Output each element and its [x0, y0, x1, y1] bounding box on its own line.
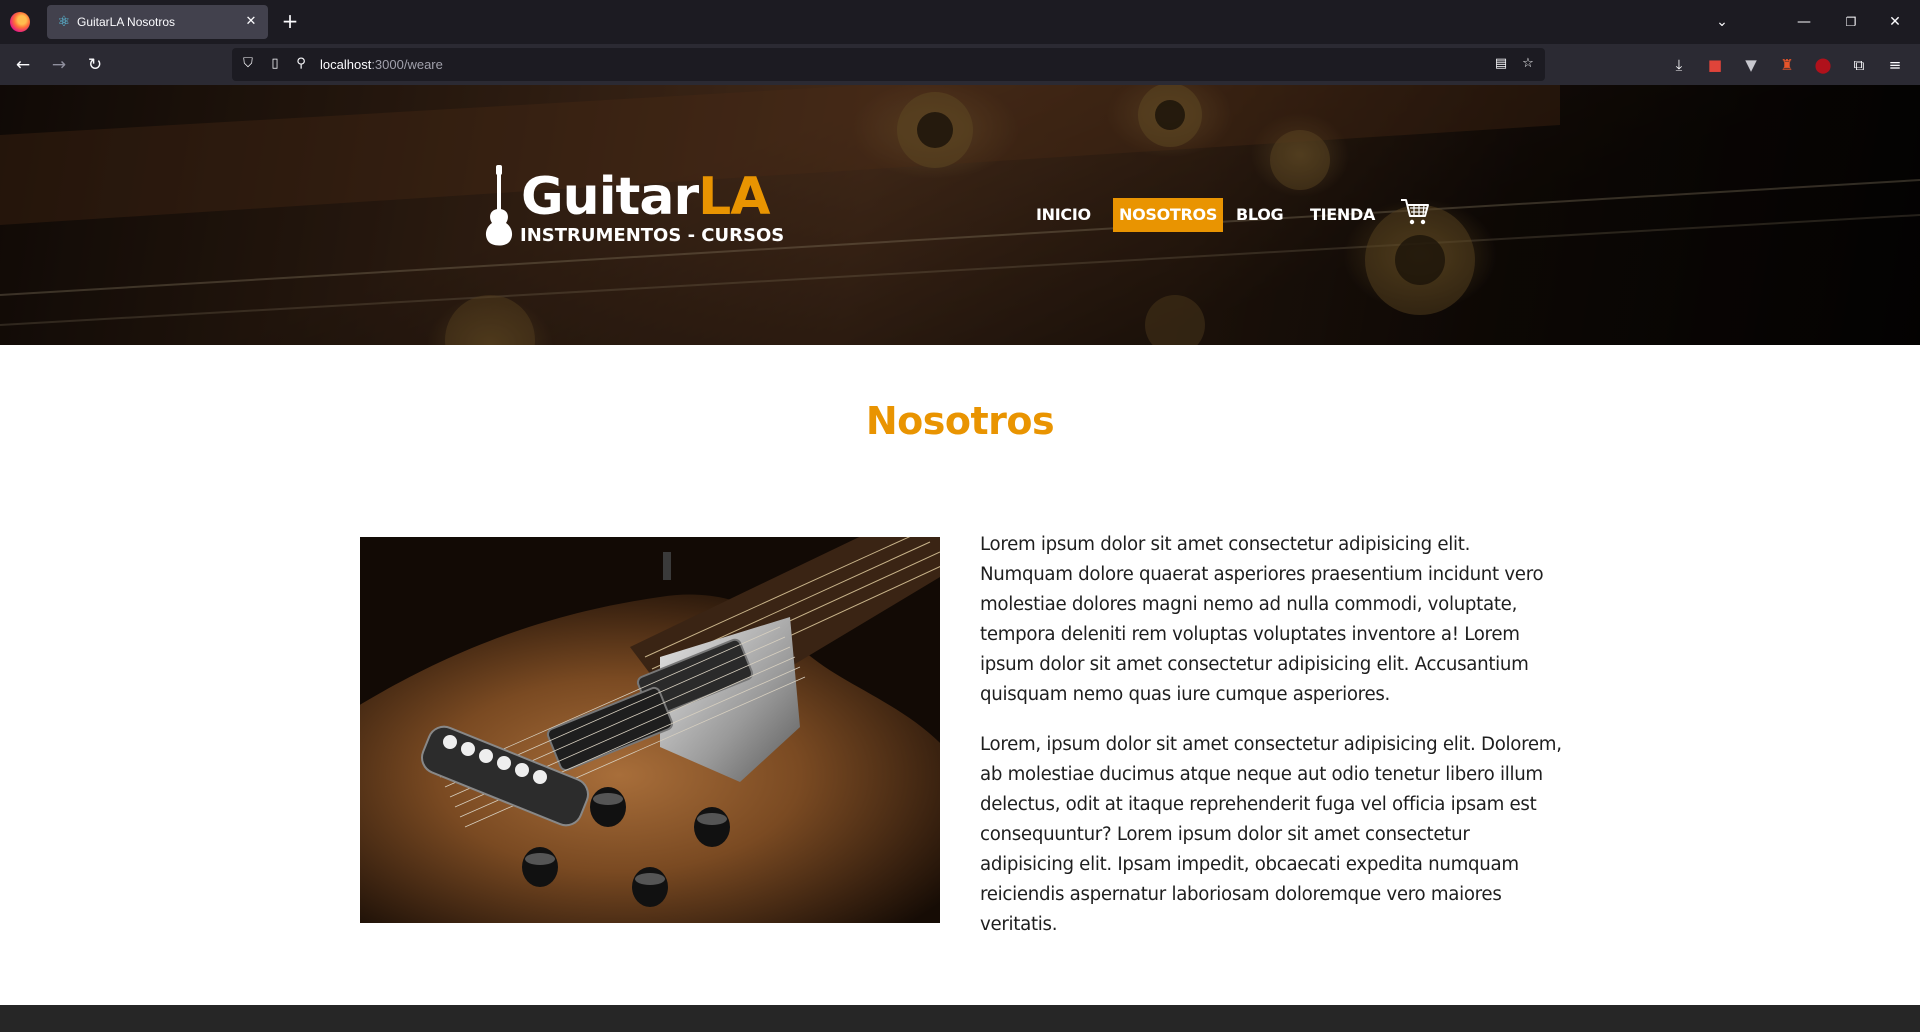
- site-footer: [0, 1005, 1920, 1032]
- browser-nav-bar: ← → ↻ ⛉ ▯ ⚲ localhost:3000/weare ▤ ☆ ⤓ ■…: [0, 44, 1920, 85]
- nav-link-blog[interactable]: BLOG: [1230, 198, 1289, 232]
- header-overlay: [0, 85, 1920, 345]
- logo-subtitle: INSTRUMENTOS - CURSOS: [520, 225, 785, 246]
- logo-wordmark: GuitarLA: [521, 167, 771, 227]
- close-window-icon[interactable]: ✕: [1880, 8, 1910, 36]
- permissions-icon[interactable]: ⚲: [292, 55, 310, 73]
- list-all-tabs-chevron-down-icon[interactable]: ⌄: [1710, 11, 1734, 35]
- url-host: localhost: [320, 57, 372, 72]
- firefox-logo-icon[interactable]: [10, 12, 30, 32]
- logo-word-guitar: Guitar: [521, 167, 699, 227]
- browser-tab-bar: ⚛ GuitarLA Nosotros ✕ + ⌄ — ❐ ✕: [0, 0, 1920, 44]
- new-tab-plus-icon[interactable]: +: [278, 10, 302, 34]
- close-tab-icon[interactable]: ✕: [242, 13, 260, 31]
- nav-link-inicio[interactable]: INICIO: [1030, 198, 1097, 232]
- about-text: Lorem ipsum dolor sit amet consectetur a…: [980, 530, 1562, 940]
- site-header: GuitarLA INSTRUMENTOS - CURSOS INICIO NO…: [0, 85, 1920, 345]
- extensions-puzzle-icon[interactable]: ⧉: [1846, 52, 1872, 78]
- menu-icon[interactable]: ≡: [1882, 52, 1908, 78]
- about-guitar-image: [360, 537, 940, 923]
- browser-tab[interactable]: ⚛ GuitarLA Nosotros ✕: [47, 5, 268, 39]
- about-paragraph-1: Lorem ipsum dolor sit amet consectetur a…: [980, 534, 1544, 705]
- site-logo[interactable]: GuitarLA INSTRUMENTOS - CURSOS: [484, 165, 784, 265]
- bookmark-star-icon[interactable]: ☆: [1519, 55, 1537, 73]
- extension-orange-icon[interactable]: ♜: [1774, 52, 1800, 78]
- logo-word-la: LA: [698, 167, 770, 227]
- forward-icon[interactable]: →: [46, 52, 72, 78]
- shopping-cart-icon[interactable]: [1400, 197, 1430, 227]
- react-favicon-icon: ⚛: [57, 14, 71, 30]
- download-icon[interactable]: ⤓: [1666, 52, 1692, 78]
- url-path: :3000/weare: [371, 57, 443, 72]
- ublock-icon[interactable]: ⬤: [1810, 52, 1836, 78]
- extension-red-icon[interactable]: ■: [1702, 52, 1728, 78]
- guitar-logo-icon: [485, 165, 513, 246]
- reader-view-icon[interactable]: ▤: [1492, 55, 1510, 73]
- extension-v-icon[interactable]: ▼: [1738, 52, 1764, 78]
- minimize-icon[interactable]: —: [1789, 8, 1819, 36]
- url-text[interactable]: localhost:3000/weare: [320, 56, 443, 73]
- url-bar[interactable]: ⛉ ▯ ⚲ localhost:3000/weare ▤ ☆: [232, 48, 1545, 81]
- page-title: Nosotros: [865, 399, 1055, 443]
- back-icon[interactable]: ←: [10, 52, 36, 78]
- shield-icon[interactable]: ⛉: [239, 55, 257, 73]
- page-viewport: GuitarLA INSTRUMENTOS - CURSOS INICIO NO…: [0, 85, 1920, 1032]
- nav-link-nosotros[interactable]: NOSOTROS: [1113, 198, 1224, 232]
- nav-link-tienda[interactable]: TIENDA: [1304, 198, 1381, 232]
- about-paragraph-2: Lorem, ipsum dolor sit amet consectetur …: [980, 734, 1562, 935]
- electric-guitar-photo: [360, 537, 940, 923]
- restore-icon[interactable]: ❐: [1836, 8, 1866, 36]
- tab-title: GuitarLA Nosotros: [77, 15, 176, 29]
- page-icon[interactable]: ▯: [266, 55, 284, 73]
- reload-icon[interactable]: ↻: [82, 52, 108, 78]
